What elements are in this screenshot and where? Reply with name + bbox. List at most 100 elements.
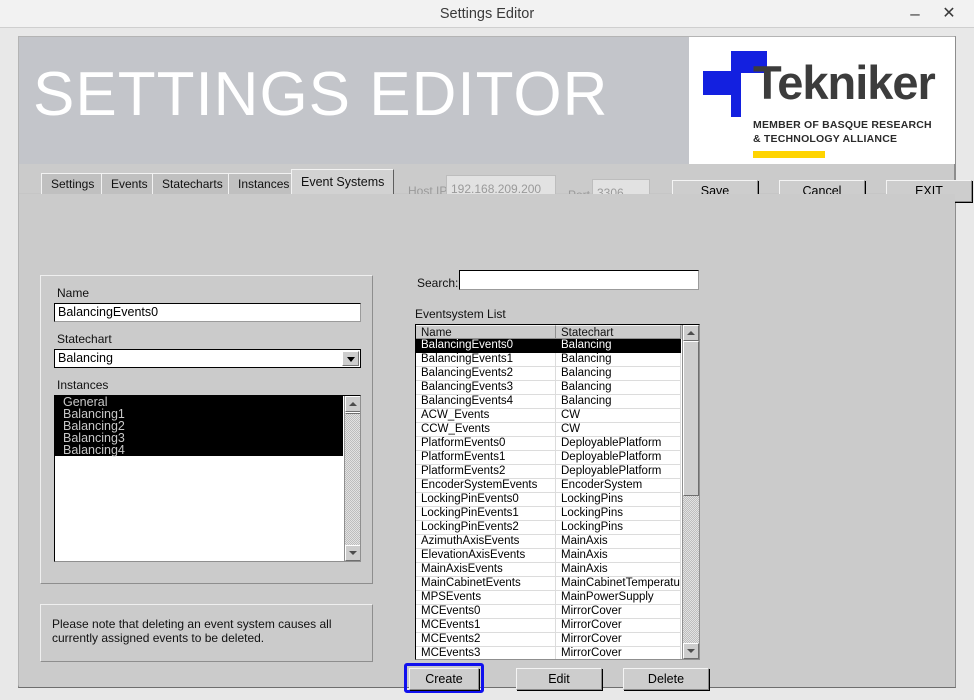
window-titlebar: Settings Editor – ✕ [0,0,974,28]
column-header-statechart[interactable]: Statechart [556,325,681,339]
name-input[interactable]: BalancingEvents0 [54,303,361,322]
table-row[interactable]: BalancingEvents4 Balancing [416,395,682,409]
table-row[interactable]: PlatformEvents2 DeployablePlatform [416,465,682,479]
name-label: Name [57,286,90,300]
cell-name: BalancingEvents2 [416,367,556,381]
table-row[interactable]: LockingPinEvents0 LockingPins [416,493,682,507]
cell-statechart: Balancing [556,395,681,409]
table-row[interactable]: BalancingEvents3 Balancing [416,381,682,395]
table-row[interactable]: EncoderSystemEvents EncoderSystem [416,479,682,493]
cell-statechart: Balancing [556,353,681,367]
header-banner: SETTINGS EDITOR Tekniker MEMBER OF BASQU… [19,37,955,164]
delete-button[interactable]: Delete [623,668,709,690]
statechart-select[interactable]: Balancing [54,349,361,368]
cell-name: AzimuthAxisEvents [416,535,556,549]
cell-statechart: DeployablePlatform [556,437,681,451]
cell-name: MainAxisEvents [416,563,556,577]
table-row[interactable]: BalancingEvents2 Balancing [416,367,682,381]
cell-name: LockingPinEvents1 [416,507,556,521]
table-row[interactable]: MainCabinetEvents MainCabinetTemperature [416,577,682,591]
table-row[interactable]: PlatformEvents1 DeployablePlatform [416,451,682,465]
chevron-down-glyph [346,356,355,362]
tab-settings[interactable]: Settings [41,173,105,194]
table-row[interactable]: MCEvents0 MirrorCover [416,605,682,619]
table-row[interactable]: MCEvents1 MirrorCover [416,619,682,633]
table-row[interactable]: BalancingEvents0 Balancing [416,339,682,353]
cell-statechart: CW [556,423,681,437]
table-row[interactable]: LockingPinEvents1 LockingPins [416,507,682,521]
table-scroll-down-icon [687,649,695,653]
tab-statecharts[interactable]: Statecharts [152,173,233,194]
table-scroll-thumb[interactable] [683,341,699,496]
table-row[interactable]: CCW_Events CW [416,423,682,437]
table-row[interactable]: BalancingEvents1 Balancing [416,353,682,367]
cell-name: MCEvents0 [416,605,556,619]
eventsystem-table-scrollbar[interactable] [682,325,699,659]
cell-name: BalancingEvents0 [416,339,556,353]
cell-name: LockingPinEvents2 [416,521,556,535]
banner-title: SETTINGS EDITOR [33,60,609,129]
table-row[interactable]: LockingPinEvents2 LockingPins [416,521,682,535]
instances-list: General Balancing1 Balancing2 Balancing3 Bal… [55,396,343,456]
eventsystem-table[interactable]: Name Statechart BalancingEvents0 Balancin… [415,324,700,660]
table-row[interactable]: AzimuthAxisEvents MainAxis [416,535,682,549]
table-scroll-down-button[interactable] [683,643,699,659]
chevron-down-icon[interactable] [342,351,359,366]
cell-statechart: MirrorCover [556,647,681,659]
logo-wordmark: Tekniker [753,56,936,109]
tab-event-systems[interactable]: Event Systems [291,169,395,194]
cell-statechart: MainAxis [556,535,681,549]
application-frame: SETTINGS EDITOR Tekniker MEMBER OF BASQU… [18,36,972,693]
search-label: Search: [417,276,459,290]
edit-button[interactable]: Edit [516,668,602,690]
tab-instances[interactable]: Instances [228,173,300,194]
table-row[interactable]: MainAxisEvents MainAxis [416,563,682,577]
cell-name: BalancingEvents3 [416,381,556,395]
search-input[interactable] [459,270,699,290]
close-button[interactable]: ✕ [934,0,964,28]
instances-listbox[interactable]: General Balancing1 Balancing2 Balancing3 Bal… [54,395,361,562]
tekniker-logo-panel: Tekniker MEMBER OF BASQUE RESEARCH & TEC… [689,37,955,164]
cell-statechart: MirrorCover [556,633,681,647]
table-row[interactable]: ACW_Events CW [416,409,682,423]
cell-statechart: CW [556,409,681,423]
statechart-label: Statechart [57,332,112,346]
minimize-button[interactable]: – [900,0,930,28]
cell-statechart: EncoderSystem [556,479,681,493]
eventsystem-editor-group: Name BalancingEvents0 Statechart Balanci… [40,275,373,584]
tab-events[interactable]: Events [101,173,158,194]
table-row[interactable]: MCEvents3 MirrorCover [416,647,682,659]
table-row[interactable]: MPSEvents MainPowerSupply [416,591,682,605]
table-row[interactable]: MCEvents2 MirrorCover [416,633,682,647]
logo-subtitle-line1: MEMBER OF BASQUE RESEARCH [753,119,932,131]
cell-statechart: Balancing [556,367,681,381]
cell-statechart: MainPowerSupply [556,591,681,605]
cell-name: LockingPinEvents0 [416,493,556,507]
delete-warning-box: Please note that deleting an event syste… [40,604,373,662]
table-row[interactable]: PlatformEvents0 DeployablePlatform [416,437,682,451]
statechart-selected-value: Balancing [58,351,113,365]
logo-subtitle-line2: & TECHNOLOGY ALLIANCE [753,133,898,145]
scroll-up-button[interactable] [345,396,360,412]
cell-statechart: Balancing [556,339,681,353]
cell-name: MCEvents1 [416,619,556,633]
scroll-down-button[interactable] [345,545,360,561]
tab-content-event-systems: Name BalancingEvents0 Statechart Balanci… [19,194,955,693]
cell-statechart: MirrorCover [556,605,681,619]
scroll-thumb[interactable] [345,412,360,414]
create-button[interactable]: Create [409,668,479,690]
cell-name: BalancingEvents1 [416,353,556,367]
cell-name: BalancingEvents4 [416,395,556,409]
cell-name: PlatformEvents1 [416,451,556,465]
table-row[interactable]: ElevationAxisEvents MainAxis [416,549,682,563]
instance-item[interactable]: Balancing4 [55,444,343,456]
table-scroll-up-button[interactable] [683,325,699,341]
scroll-up-icon [349,402,357,406]
column-header-name[interactable]: Name [416,325,556,339]
scroll-track[interactable] [345,412,360,545]
eventsystem-table-body: BalancingEvents0 Balancing BalancingEvents… [416,339,682,659]
instances-scrollbar[interactable] [344,396,360,561]
cell-name: EncoderSystemEvents [416,479,556,493]
cell-name: MCEvents2 [416,633,556,647]
cell-statechart: Balancing [556,381,681,395]
